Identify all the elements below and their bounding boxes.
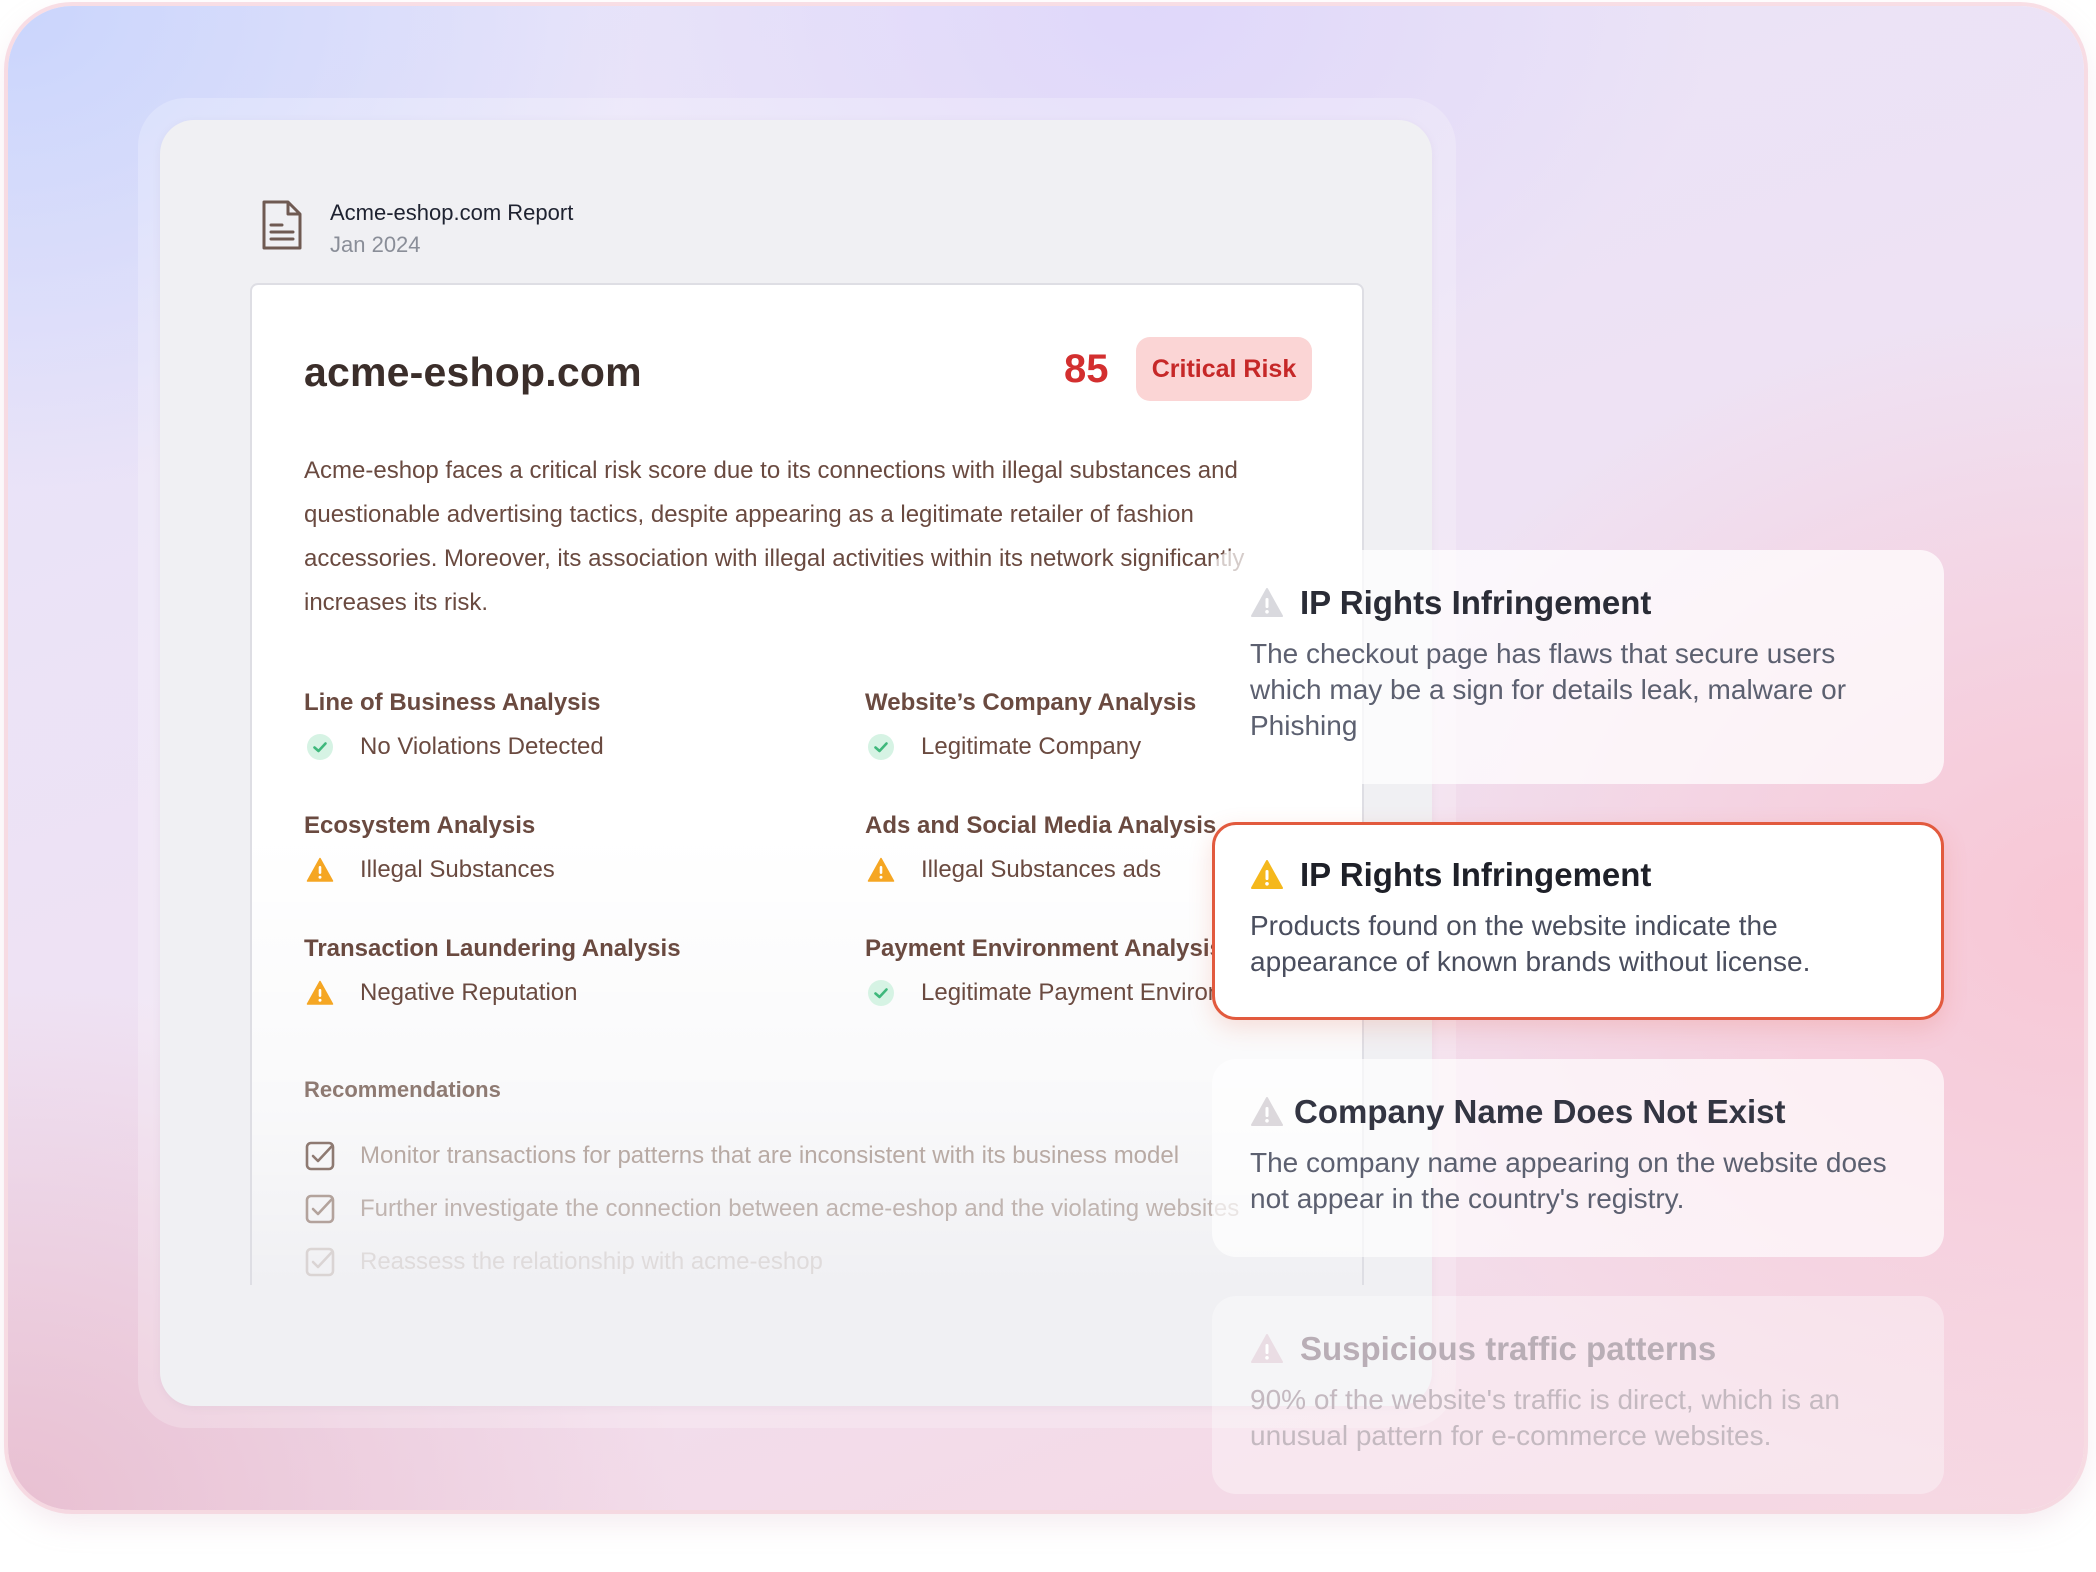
alert-title: Company Name Does Not Exist — [1294, 1093, 1786, 1130]
checkbox-checked-icon — [305, 1141, 335, 1171]
alert-title: Suspicious traffic patterns — [1300, 1330, 1717, 1367]
risk-summary-card: acme-eshop.com 85 Critical Risk Acme-esh… — [250, 283, 1364, 1285]
recommendation-item[interactable]: Monitor transactions for patterns that a… — [304, 1140, 1179, 1172]
alert-description: The company name appearing on the websit… — [1250, 1147, 1887, 1214]
analysis-result-label: Illegal Substances ads — [921, 856, 1162, 883]
warning-icon — [1251, 1097, 1283, 1126]
alert-header: Suspicious traffic patterns — [1250, 1330, 1908, 1368]
warning-icon — [1251, 588, 1283, 617]
check-circle-icon — [868, 980, 894, 1006]
checkbox-checked-icon — [305, 1194, 335, 1224]
alert-header: Company Name Does Not Exist — [1250, 1093, 1908, 1131]
report-date: Jan 2024 — [330, 232, 421, 257]
warning-icon — [1251, 1334, 1283, 1363]
analysis-ecosystem: Ecosystem Analysis Illegal Substances — [304, 812, 824, 884]
analysis-title: Transaction Laundering Analysis — [304, 935, 681, 962]
alert-title: IP Rights Infringement — [1300, 856, 1652, 893]
alert-card-company-name[interactable]: Company Name Does Not Exist The company … — [1212, 1059, 1944, 1257]
warning-icon — [306, 857, 334, 882]
warning-icon — [1251, 860, 1283, 889]
alert-description: The checkout page has flaws that secure … — [1250, 638, 1847, 741]
document-icon — [262, 200, 302, 250]
recommendation-text: Monitor transactions for patterns that a… — [360, 1142, 1180, 1169]
report-title: Acme-eshop.com Report — [330, 200, 574, 225]
alert-header: IP Rights Infringement — [1250, 856, 1908, 894]
app-frame: Acme-eshop.com Report Jan 2024 acme-esho… — [8, 6, 2084, 1510]
warning-icon — [867, 857, 895, 882]
risk-summary-text: Acme-eshop faces a critical risk score d… — [304, 457, 1245, 616]
recommendation-item[interactable]: Reassess the relationship with acme-esho… — [304, 1246, 823, 1278]
analysis-result-label: Illegal Substances — [360, 856, 555, 883]
analysis-line-of-business: Line of Business Analysis No Violations … — [304, 689, 824, 761]
analysis-result: Illegal Substances — [304, 856, 824, 884]
alert-header: IP Rights Infringement — [1250, 584, 1908, 622]
checkbox-checked-icon — [305, 1247, 335, 1277]
risk-level-badge: Critical Risk — [1136, 337, 1312, 401]
alert-card-suspicious-traffic[interactable]: Suspicious traffic patterns 90% of the w… — [1212, 1296, 1944, 1494]
alert-card-ip-rights-checkout[interactable]: IP Rights Infringement The checkout page… — [1212, 550, 1944, 784]
recommendations-title: Recommendations — [304, 1077, 501, 1102]
check-circle-icon — [307, 734, 333, 760]
analysis-result-label: Negative Reputation — [360, 979, 578, 1006]
recommendation-text: Reassess the relationship with acme-esho… — [360, 1248, 823, 1275]
analysis-title: Ecosystem Analysis — [304, 812, 536, 839]
analysis-transaction-laundering: Transaction Laundering Analysis Negative… — [304, 935, 824, 1007]
alert-card-ip-rights-brands[interactable]: IP Rights Infringement Products found on… — [1212, 822, 1944, 1020]
analysis-result: Negative Reputation — [304, 979, 824, 1007]
risk-score: 85 — [1064, 347, 1109, 391]
check-circle-icon — [868, 734, 894, 760]
analysis-result-label: No Violations Detected — [360, 733, 604, 760]
analysis-result-label: Legitimate Company — [921, 733, 1142, 760]
domain-title: acme-eshop.com — [304, 349, 642, 395]
analysis-result: No Violations Detected — [304, 733, 824, 761]
recommendation-text: Further investigate the connection betwe… — [360, 1195, 1240, 1222]
alert-description: 90% of the website's traffic is direct, … — [1250, 1384, 1840, 1451]
warning-icon — [306, 980, 334, 1005]
analysis-title: Line of Business Analysis — [304, 689, 601, 716]
alert-title: IP Rights Infringement — [1300, 584, 1652, 621]
recommendation-item[interactable]: Further investigate the connection betwe… — [304, 1193, 1239, 1225]
alert-description: Products found on the website indicate t… — [1250, 910, 1811, 977]
